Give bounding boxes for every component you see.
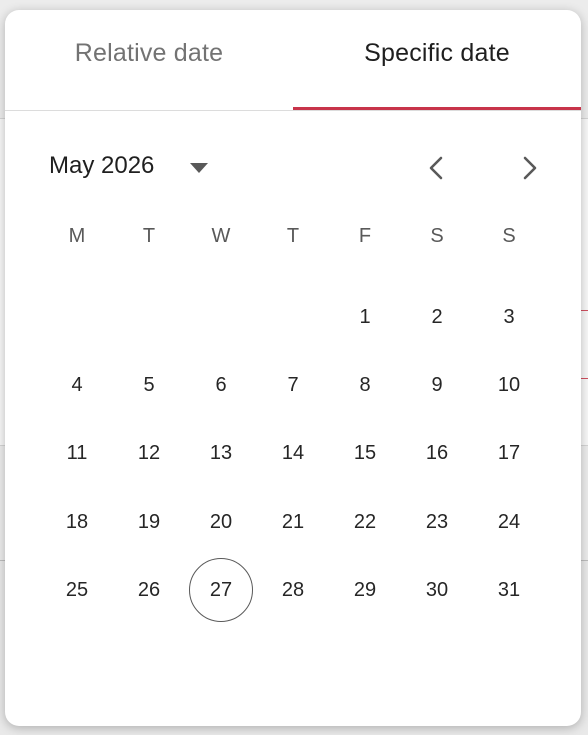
calendar-day[interactable]: 18 <box>45 490 109 554</box>
calendar-day[interactable]: 11 <box>45 421 109 485</box>
calendar-day[interactable]: 3 <box>477 285 541 349</box>
calendar-day[interactable]: 8 <box>333 353 397 417</box>
caret-down-icon[interactable] <box>187 158 211 178</box>
calendar-day[interactable]: 13 <box>189 421 253 485</box>
calendar-day[interactable]: 24 <box>477 490 541 554</box>
calendar-day[interactable]: 22 <box>333 490 397 554</box>
calendar-day[interactable]: 17 <box>477 421 541 485</box>
date-mode-tabs: Relative date Specific date <box>5 10 581 111</box>
chevron-left-icon[interactable] <box>418 150 454 186</box>
calendar-day[interactable]: 5 <box>117 353 181 417</box>
weekday-label: S <box>430 225 444 247</box>
calendar-day[interactable]: 30 <box>405 558 469 622</box>
chevron-right-icon[interactable] <box>512 150 548 186</box>
calendar-day[interactable]: 23 <box>405 490 469 554</box>
tab-relative-date-label: Relative date <box>74 38 224 67</box>
date-picker-popover: Relative date Specific date May 2026 M T W… <box>5 10 581 726</box>
calendar-day[interactable]: 31 <box>477 558 541 622</box>
calendar-day[interactable]: 19 <box>117 490 181 554</box>
calendar-day[interactable]: 16 <box>405 421 469 485</box>
tab-specific-date[interactable]: Specific date <box>293 10 581 110</box>
weekday-label: F <box>358 225 372 247</box>
weekday-label: T <box>142 225 156 247</box>
calendar-day[interactable]: 1 <box>333 285 397 349</box>
calendar-day[interactable]: 25 <box>45 558 109 622</box>
active-tab-indicator <box>293 107 581 110</box>
weekday-header-row: MTWTFSS <box>5 225 581 265</box>
calendar-day[interactable]: 29 <box>333 558 397 622</box>
calendar-day[interactable]: 14 <box>261 421 325 485</box>
calendar-day[interactable]: 12 <box>117 421 181 485</box>
calendar-day[interactable]: 9 <box>405 353 469 417</box>
calendar-day[interactable]: 28 <box>261 558 325 622</box>
calendar-day[interactable]: 15 <box>333 421 397 485</box>
tab-specific-date-label: Specific date <box>364 38 510 67</box>
calendar-day-selected[interactable]: 27 <box>189 558 253 622</box>
calendar-day[interactable]: 2 <box>405 285 469 349</box>
calendar-header: May 2026 <box>5 130 581 204</box>
weekday-label: W <box>211 225 231 247</box>
tab-relative-date[interactable]: Relative date <box>5 10 293 110</box>
weekday-label: T <box>286 225 300 247</box>
calendar-day[interactable]: 6 <box>189 353 253 417</box>
calendar-day[interactable]: 21 <box>261 490 325 554</box>
calendar-day[interactable]: 20 <box>189 490 253 554</box>
weekday-label: S <box>502 225 516 247</box>
calendar-day-grid: 1 2 3 4 5 6 7 8 9 10 11 12 13 14 15 16 17 18 19 20 21 22 23 24 2… <box>5 275 581 635</box>
weekday-label: M <box>68 225 86 247</box>
calendar-day[interactable]: 4 <box>45 353 109 417</box>
calendar-day[interactable]: 26 <box>117 558 181 622</box>
calendar-day[interactable]: 7 <box>261 353 325 417</box>
month-year-label: May 2026 <box>49 152 155 179</box>
calendar-day[interactable]: 10 <box>477 353 541 417</box>
